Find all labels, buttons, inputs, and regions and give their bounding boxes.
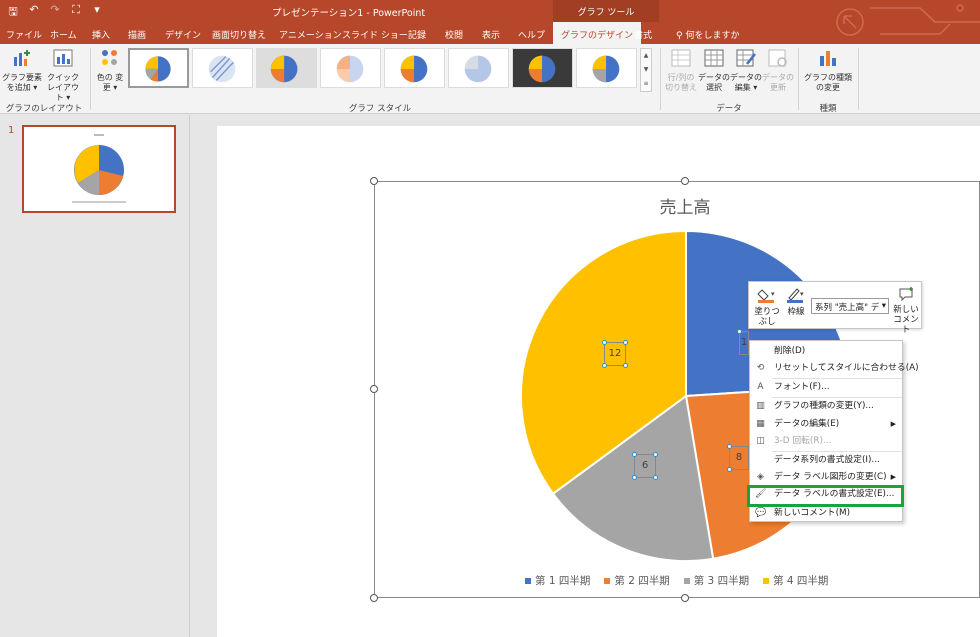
menu-item-new-comment[interactable]: 💬 新しいコメント(M) (750, 505, 902, 523)
paint-bucket-icon: ▾ (757, 289, 775, 303)
menu-item-label: 削除(D) (774, 346, 806, 356)
reset-icon: ⟲ (756, 363, 765, 373)
menu-item-reset-style[interactable]: ⟲ リセットしてスタイルに合わせる(A) (750, 360, 919, 378)
legend-label: 第 3 四半期 (693, 575, 750, 587)
resize-handle-sw[interactable] (370, 594, 378, 602)
fill-label: 塗りつ ぶし (754, 307, 780, 327)
new-comment-button[interactable]: 新しい コメント (891, 286, 921, 335)
label-handle[interactable] (602, 363, 607, 368)
submenu-arrow-icon: ▶ (890, 420, 896, 428)
menu-item-label: データ系列の書式設定(I)... (774, 455, 880, 465)
outline-label: 枠線 (787, 307, 805, 317)
outline-button[interactable]: ▾ 枠線 (783, 286, 809, 317)
data-label-q3[interactable]: 6 (632, 452, 658, 480)
legend-item-q2[interactable]: 第 2 四半期 (604, 573, 670, 588)
label-handle[interactable] (632, 475, 637, 480)
edit-data-icon: ▦ (756, 419, 765, 429)
data-label-q3-text: 6 (641, 460, 649, 471)
data-label-q4-text: 12 (608, 348, 622, 359)
svg-text:▾: ▾ (800, 290, 804, 298)
menu-item-edit-data[interactable]: ▦ データの編集(E) ▶ (750, 416, 902, 434)
series-selector-text: 系列 "売上高" デ (815, 303, 880, 313)
menu-item-label: 新しいコメント(M) (774, 508, 851, 518)
legend-item-q4[interactable]: 第 4 四半期 (763, 573, 828, 588)
font-icon: A (757, 382, 764, 392)
data-label-q1[interactable]: 1 (737, 329, 749, 355)
chart-type-icon: ▥ (756, 401, 765, 411)
resize-handle-nw[interactable] (370, 177, 378, 185)
comment-icon: 💬 (755, 508, 767, 518)
data-label-q2[interactable]: 8 (727, 444, 749, 472)
menu-item-delete[interactable]: 削除(D) (750, 343, 902, 361)
data-label-q1-text: 1 (740, 337, 748, 348)
resize-handle-w[interactable] (370, 385, 378, 393)
label-handle[interactable] (623, 363, 628, 368)
menu-item-label: グラフの種類の変更(Y)... (774, 401, 874, 411)
menu-item-3d-rotation: ◫ 3-D 回転(R)... (750, 433, 902, 451)
label-handle[interactable] (602, 340, 607, 345)
label-handle[interactable] (727, 467, 732, 472)
label-shape-icon: ◈ (757, 472, 764, 482)
chevron-down-icon: ▾ (881, 301, 886, 311)
menu-item-label: データの編集(E) (774, 419, 840, 429)
mini-toolbar: ▾ 塗りつ ぶし ▾ 枠線 系列 "売上高" デ ▾ 新しい コメント (748, 281, 922, 335)
fill-button[interactable]: ▾ 塗りつ ぶし (753, 286, 781, 327)
chart-title[interactable]: 売上高 (640, 193, 730, 218)
legend-swatch (683, 577, 690, 584)
format-series-icon (755, 455, 766, 466)
data-label-q4[interactable]: 12 (602, 340, 628, 368)
resize-handle-n[interactable] (681, 177, 689, 185)
menu-item-label: リセットしてスタイルに合わせる(A) (774, 363, 919, 373)
label-handle[interactable] (653, 475, 658, 480)
label-handle[interactable] (623, 340, 628, 345)
label-handle[interactable] (632, 452, 637, 457)
menu-item-change-label-shape[interactable]: ◈ データ ラベル図形の変更(C) ▶ (750, 469, 902, 487)
resize-handle-s[interactable] (681, 594, 689, 602)
menu-item-format-series[interactable]: データ系列の書式設定(I)... (750, 452, 902, 470)
menu-item-font[interactable]: A フォント(F)... (750, 379, 902, 397)
legend-item-q1[interactable]: 第 1 四半期 (525, 573, 590, 588)
menu-item-change-chart-type[interactable]: ▥ グラフの種類の変更(Y)... (750, 398, 902, 416)
new-comment-label: 新しい コメント (893, 305, 919, 335)
legend-label: 第 4 四半期 (773, 575, 829, 587)
menu-item-label: 3-D 回転(R)... (774, 436, 832, 446)
submenu-arrow-icon: ▶ (890, 473, 896, 481)
label-handle[interactable] (727, 444, 732, 449)
menu-item-label: フォント(F)... (774, 382, 830, 392)
highlight-box (747, 485, 904, 507)
label-handle[interactable] (737, 329, 742, 334)
chart-legend[interactable]: 第 1 四半期 第 2 四半期 第 3 四半期 第 4 四半期 (525, 573, 828, 588)
svg-text:▾: ▾ (771, 290, 775, 298)
delete-icon (755, 346, 766, 357)
label-handle[interactable] (653, 452, 658, 457)
rotation-icon: ◫ (756, 436, 765, 446)
data-label-q2-text: 8 (735, 452, 743, 463)
series-selector[interactable]: 系列 "売上高" デ ▾ (811, 298, 889, 314)
legend-label: 第 1 四半期 (535, 575, 591, 587)
legend-swatch (604, 577, 611, 584)
comment-icon (899, 287, 913, 302)
menu-item-label: データ ラベル図形の変更(C) (774, 472, 887, 482)
legend-label: 第 2 四半期 (614, 575, 670, 587)
legend-item-q3[interactable]: 第 3 四半期 (683, 573, 750, 588)
legend-swatch (525, 577, 531, 584)
legend-swatch (763, 577, 770, 584)
pen-icon: ▾ (787, 288, 804, 303)
